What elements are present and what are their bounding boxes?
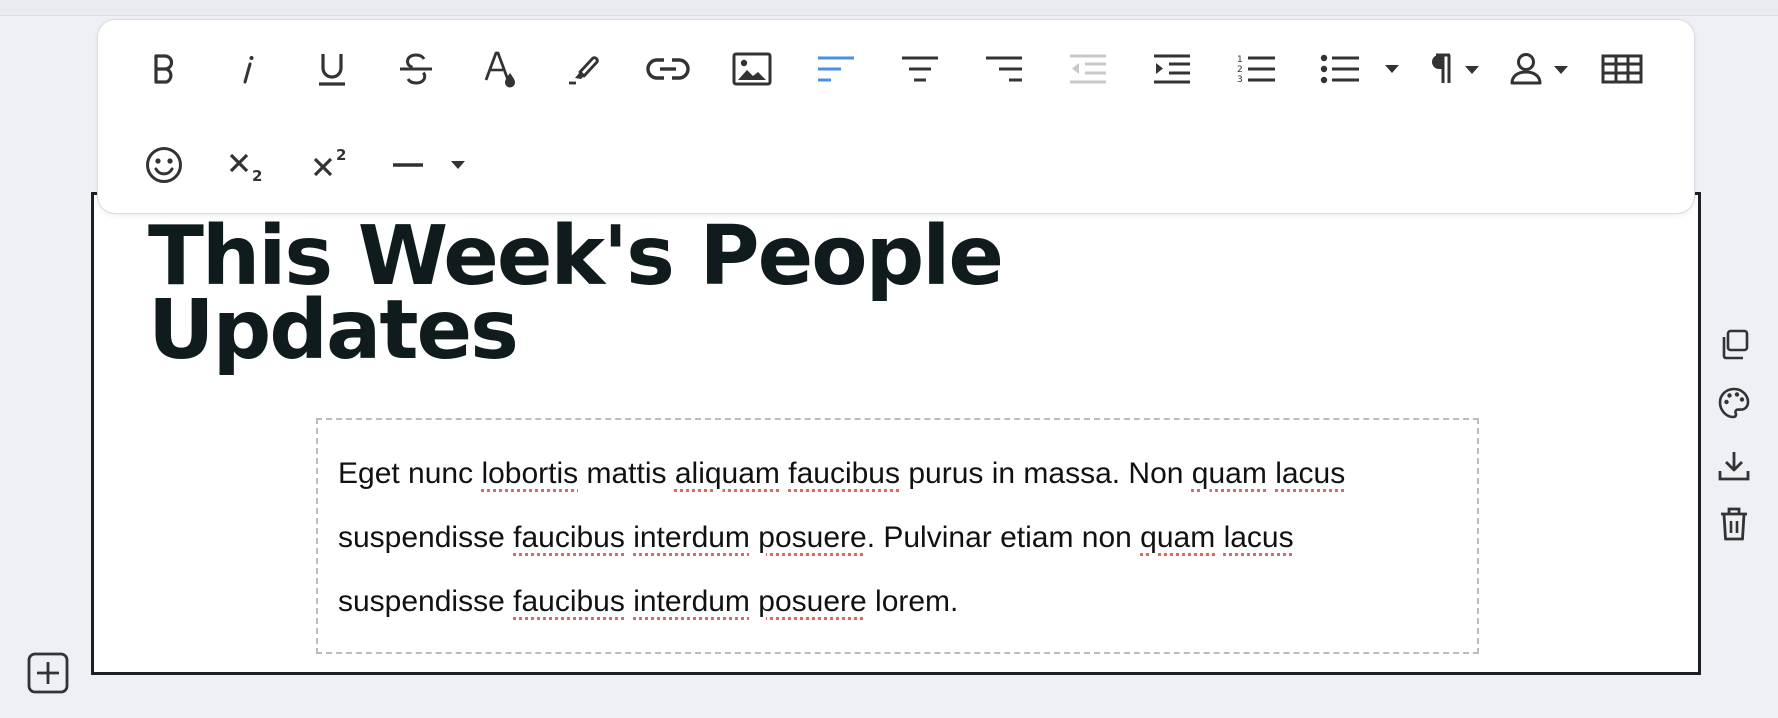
align-center-button[interactable] bbox=[890, 39, 950, 99]
bullet-list-dropdown[interactable] bbox=[1378, 39, 1406, 99]
align-left-button[interactable] bbox=[806, 39, 866, 99]
emoji-icon bbox=[146, 147, 182, 183]
highlight-button[interactable] bbox=[554, 39, 614, 99]
add-icon bbox=[27, 652, 69, 694]
horizontal-line-button[interactable] bbox=[386, 135, 476, 195]
image-button[interactable] bbox=[722, 39, 782, 99]
text-color-button[interactable] bbox=[470, 39, 530, 99]
svg-text:1: 1 bbox=[1237, 55, 1243, 65]
outdent-button[interactable] bbox=[1058, 39, 1118, 99]
svg-text:2: 2 bbox=[252, 167, 262, 183]
ordered-list-button[interactable]: 123 bbox=[1226, 39, 1286, 99]
text-run: suspendisse bbox=[338, 521, 514, 554]
paragraph-format-button[interactable] bbox=[1410, 39, 1494, 99]
align-right-icon bbox=[986, 56, 1022, 82]
formatting-toolbar: 123 2 2 bbox=[97, 19, 1695, 214]
subscript-button[interactable]: 2 bbox=[218, 135, 278, 195]
palette-icon bbox=[1718, 387, 1750, 419]
text-run: Eget nunc bbox=[338, 457, 482, 490]
paragraph-line-2: suspendisse faucibus interdum posuere. P… bbox=[338, 521, 1294, 554]
misspelled-word: interdum bbox=[633, 521, 750, 554]
superscript-button[interactable]: 2 bbox=[302, 135, 362, 195]
text-run bbox=[625, 585, 633, 618]
table-button[interactable] bbox=[1592, 39, 1652, 99]
caret-down-icon bbox=[1385, 65, 1399, 73]
underline-icon bbox=[319, 54, 345, 86]
personalization-button[interactable] bbox=[1498, 39, 1582, 99]
text-run bbox=[750, 585, 758, 618]
strikethrough-icon bbox=[400, 53, 432, 85]
download-button[interactable] bbox=[1712, 444, 1756, 488]
align-left-icon bbox=[818, 56, 854, 82]
misspelled-word: posuere bbox=[758, 521, 867, 554]
add-block-button[interactable] bbox=[26, 651, 70, 695]
paragraph-line-3: suspendisse faucibus interdum posuere lo… bbox=[338, 585, 958, 618]
text-run bbox=[1267, 457, 1275, 490]
outdent-icon bbox=[1070, 54, 1106, 84]
download-icon bbox=[1718, 452, 1750, 481]
text-run: suspendisse bbox=[338, 585, 514, 618]
misspelled-word: lobortis bbox=[481, 457, 579, 490]
text-run: lorem. bbox=[866, 585, 959, 618]
table-icon bbox=[1601, 54, 1643, 84]
misspelled-word: quam bbox=[1191, 457, 1267, 490]
align-center-icon bbox=[902, 56, 938, 82]
headline-line-2: Updates bbox=[148, 283, 519, 378]
paragraph[interactable]: Eget nunc lobortis mattis aliquam faucib… bbox=[338, 442, 1457, 634]
superscript-icon: 2 bbox=[313, 147, 346, 177]
indent-button[interactable] bbox=[1142, 39, 1202, 99]
strikethrough-button[interactable] bbox=[386, 39, 446, 99]
emoji-button[interactable] bbox=[134, 135, 194, 195]
bold-button[interactable] bbox=[134, 39, 194, 99]
misspelled-word: aliquam bbox=[674, 457, 780, 490]
headline[interactable]: This Week's People Updates bbox=[148, 216, 1348, 372]
misspelled-word: faucibus bbox=[788, 457, 900, 490]
text-color-icon bbox=[484, 51, 515, 88]
misspelled-word: faucibus bbox=[513, 521, 625, 554]
align-right-button[interactable] bbox=[974, 39, 1034, 99]
duplicate-icon bbox=[1722, 329, 1749, 360]
bullet-list-icon bbox=[1320, 54, 1359, 84]
misspelled-word: posuere bbox=[758, 585, 867, 618]
image-icon bbox=[732, 52, 772, 86]
misspelled-word: interdum bbox=[633, 585, 750, 618]
misspelled-word: lacus bbox=[1223, 521, 1294, 554]
text-run bbox=[625, 521, 633, 554]
italic-button[interactable] bbox=[218, 39, 278, 99]
subscript-icon: 2 bbox=[229, 153, 262, 183]
bullet-list-button[interactable] bbox=[1310, 39, 1370, 99]
horizontal-line-icon bbox=[393, 161, 465, 169]
content-block[interactable]: This Week's People Updates Eget nunc lob… bbox=[91, 192, 1701, 675]
text-run: . Pulvinar etiam non bbox=[866, 521, 1141, 554]
text-box[interactable]: Eget nunc lobortis mattis aliquam faucib… bbox=[316, 418, 1479, 654]
misspelled-word: quam bbox=[1140, 521, 1216, 554]
delete-button[interactable] bbox=[1712, 502, 1756, 546]
misspelled-word: faucibus bbox=[513, 585, 625, 618]
text-run bbox=[750, 521, 758, 554]
ordered-list-icon: 123 bbox=[1237, 55, 1275, 85]
svg-text:2: 2 bbox=[1237, 65, 1243, 75]
pilcrow-icon bbox=[1432, 53, 1479, 83]
highlighter-icon bbox=[569, 56, 599, 85]
text-run: mattis bbox=[578, 457, 675, 490]
text-run bbox=[780, 457, 788, 490]
duplicate-button[interactable] bbox=[1712, 322, 1756, 366]
link-icon bbox=[646, 58, 690, 80]
paragraph-line-1: Eget nunc lobortis mattis aliquam faucib… bbox=[338, 457, 1345, 490]
trash-icon bbox=[1721, 507, 1747, 541]
svg-text:2: 2 bbox=[336, 147, 346, 164]
link-button[interactable] bbox=[638, 39, 698, 99]
person-icon bbox=[1510, 53, 1568, 85]
italic-icon bbox=[243, 56, 254, 84]
text-run bbox=[1215, 521, 1223, 554]
top-divider bbox=[0, 0, 1778, 16]
misspelled-word: lacus bbox=[1275, 457, 1346, 490]
svg-text:3: 3 bbox=[1237, 75, 1243, 85]
palette-button[interactable] bbox=[1712, 381, 1756, 425]
text-run: purus in massa. Non bbox=[900, 457, 1192, 490]
bold-icon bbox=[154, 54, 174, 84]
indent-icon bbox=[1154, 54, 1190, 84]
underline-button[interactable] bbox=[302, 39, 362, 99]
